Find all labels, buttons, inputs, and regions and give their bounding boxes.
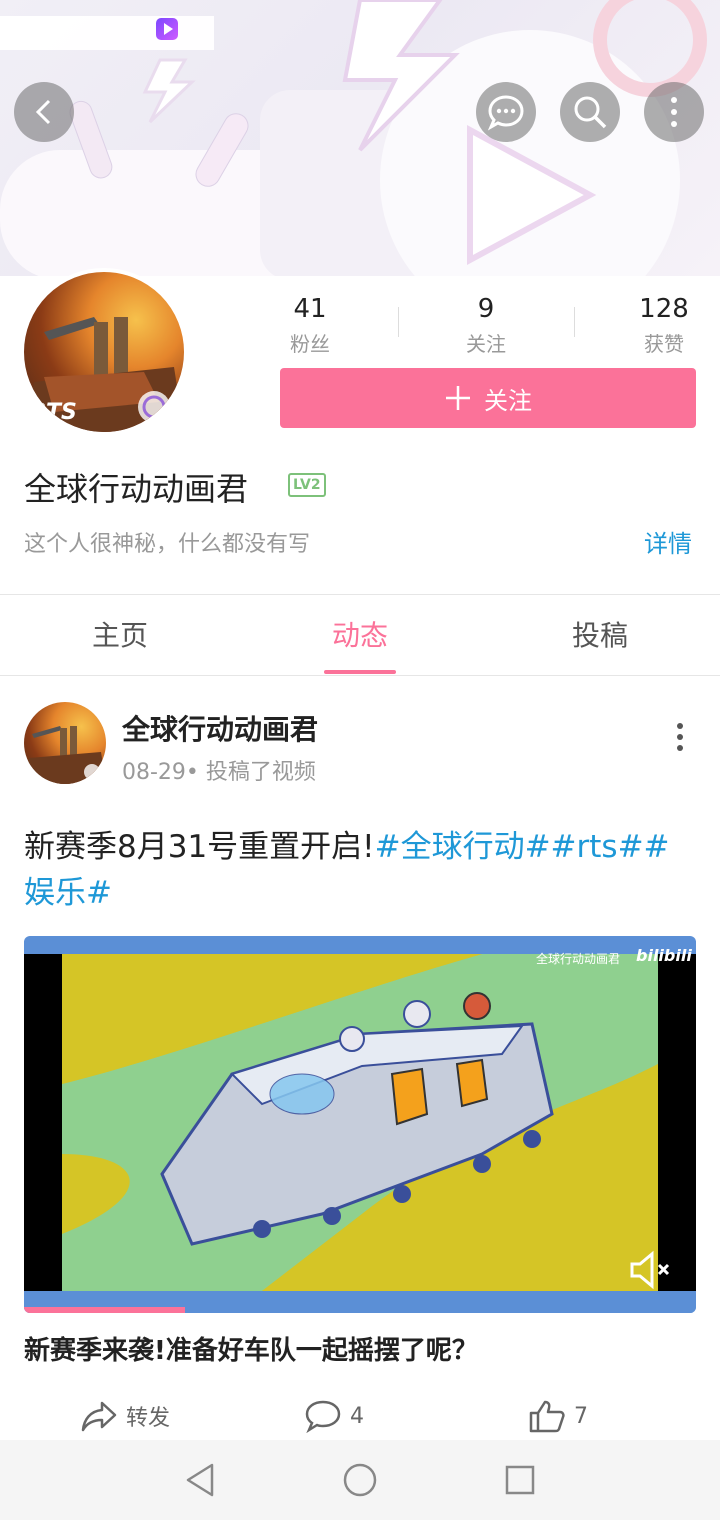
details-link[interactable]: 详情 — [644, 524, 692, 559]
post-author-name[interactable]: 全球行动动画君 — [122, 708, 318, 748]
comment-count: 4 — [350, 1403, 364, 1429]
post-author-avatar[interactable] — [24, 702, 106, 784]
search-icon — [574, 96, 607, 129]
more-vertical-icon — [671, 97, 677, 127]
comment-button[interactable]: 4 — [304, 1396, 364, 1436]
message-button[interactable] — [476, 82, 536, 142]
stat-value: 41 — [293, 294, 327, 324]
status-bar — [0, 16, 214, 50]
post-text-plain: 新赛季8月31号重置开启! — [24, 829, 375, 865]
plus-icon — [446, 386, 470, 410]
video-letterbox — [24, 954, 62, 1291]
thumbs-up-icon — [529, 1400, 565, 1433]
search-button[interactable] — [560, 82, 620, 142]
back-button[interactable] — [14, 82, 74, 142]
profile-avatar[interactable]: RTS — [20, 268, 188, 436]
bio-text: 这个人很神秘，什么都没有写 — [24, 532, 311, 557]
post-meta: 08-29• 投稿了视频 — [122, 760, 316, 785]
like-button[interactable]: 7 — [528, 1396, 588, 1436]
profile-banner — [0, 0, 720, 276]
divider — [0, 675, 720, 676]
video-frame — [62, 954, 658, 1291]
video-progress-track — [24, 1307, 696, 1313]
back-triangle-icon[interactable] — [184, 1462, 218, 1498]
video-title[interactable]: 新赛季来袭!准备好车队一起摇摆了呢？ — [24, 1330, 696, 1367]
stat-label: 关注 — [466, 332, 506, 356]
tab-dynamics[interactable]: 动态 — [240, 600, 480, 672]
tab-indicator — [324, 670, 396, 674]
post-more-button[interactable] — [668, 720, 692, 758]
tab-submissions[interactable]: 投稿 — [480, 600, 720, 672]
like-count: 7 — [574, 1403, 588, 1429]
share-label: 转发 — [126, 1406, 171, 1431]
follow-label: 关注 — [484, 386, 532, 415]
share-arrow-icon — [81, 1401, 117, 1432]
level-badge: LV2 — [288, 473, 326, 497]
stat-label: 获赞 — [644, 332, 684, 356]
back-arrow-icon — [35, 99, 51, 125]
avatar-text: RTS — [30, 400, 77, 425]
stat-divider — [574, 307, 575, 337]
video-brand: bilibili — [636, 946, 692, 965]
comment-icon — [305, 1400, 341, 1433]
recents-square-icon[interactable] — [504, 1464, 536, 1496]
stat-divider — [398, 307, 399, 337]
app-icon — [156, 18, 178, 40]
stat-value: 9 — [477, 294, 495, 324]
more-button[interactable] — [644, 82, 704, 142]
share-button[interactable]: 转发 — [80, 1396, 170, 1436]
chat-bubble-icon — [487, 95, 524, 131]
system-nav-bar — [0, 1440, 720, 1520]
home-circle-icon[interactable] — [342, 1462, 378, 1498]
speaker-muted-icon — [630, 1250, 670, 1290]
video-player[interactable]: 全球行动动画君 bilibili — [24, 936, 696, 1313]
post-text: 新赛季8月31号重置开启!#全球行动##rts##娱乐# — [24, 824, 696, 916]
stat-value: 128 — [639, 294, 689, 324]
mute-button[interactable] — [628, 1250, 674, 1294]
avatar-artwork — [24, 726, 106, 784]
more-vertical-icon — [677, 723, 683, 751]
video-watermark: 全球行动动画君 — [536, 952, 621, 966]
video-letterbox — [658, 954, 696, 1291]
stat-label: 粉丝 — [290, 332, 330, 356]
video-progress-fill — [24, 1307, 186, 1313]
follow-button[interactable]: 关注 — [280, 368, 696, 428]
username: 全球行动动画君 — [24, 470, 249, 508]
divider — [0, 594, 720, 595]
tab-home[interactable]: 主页 — [0, 600, 240, 672]
